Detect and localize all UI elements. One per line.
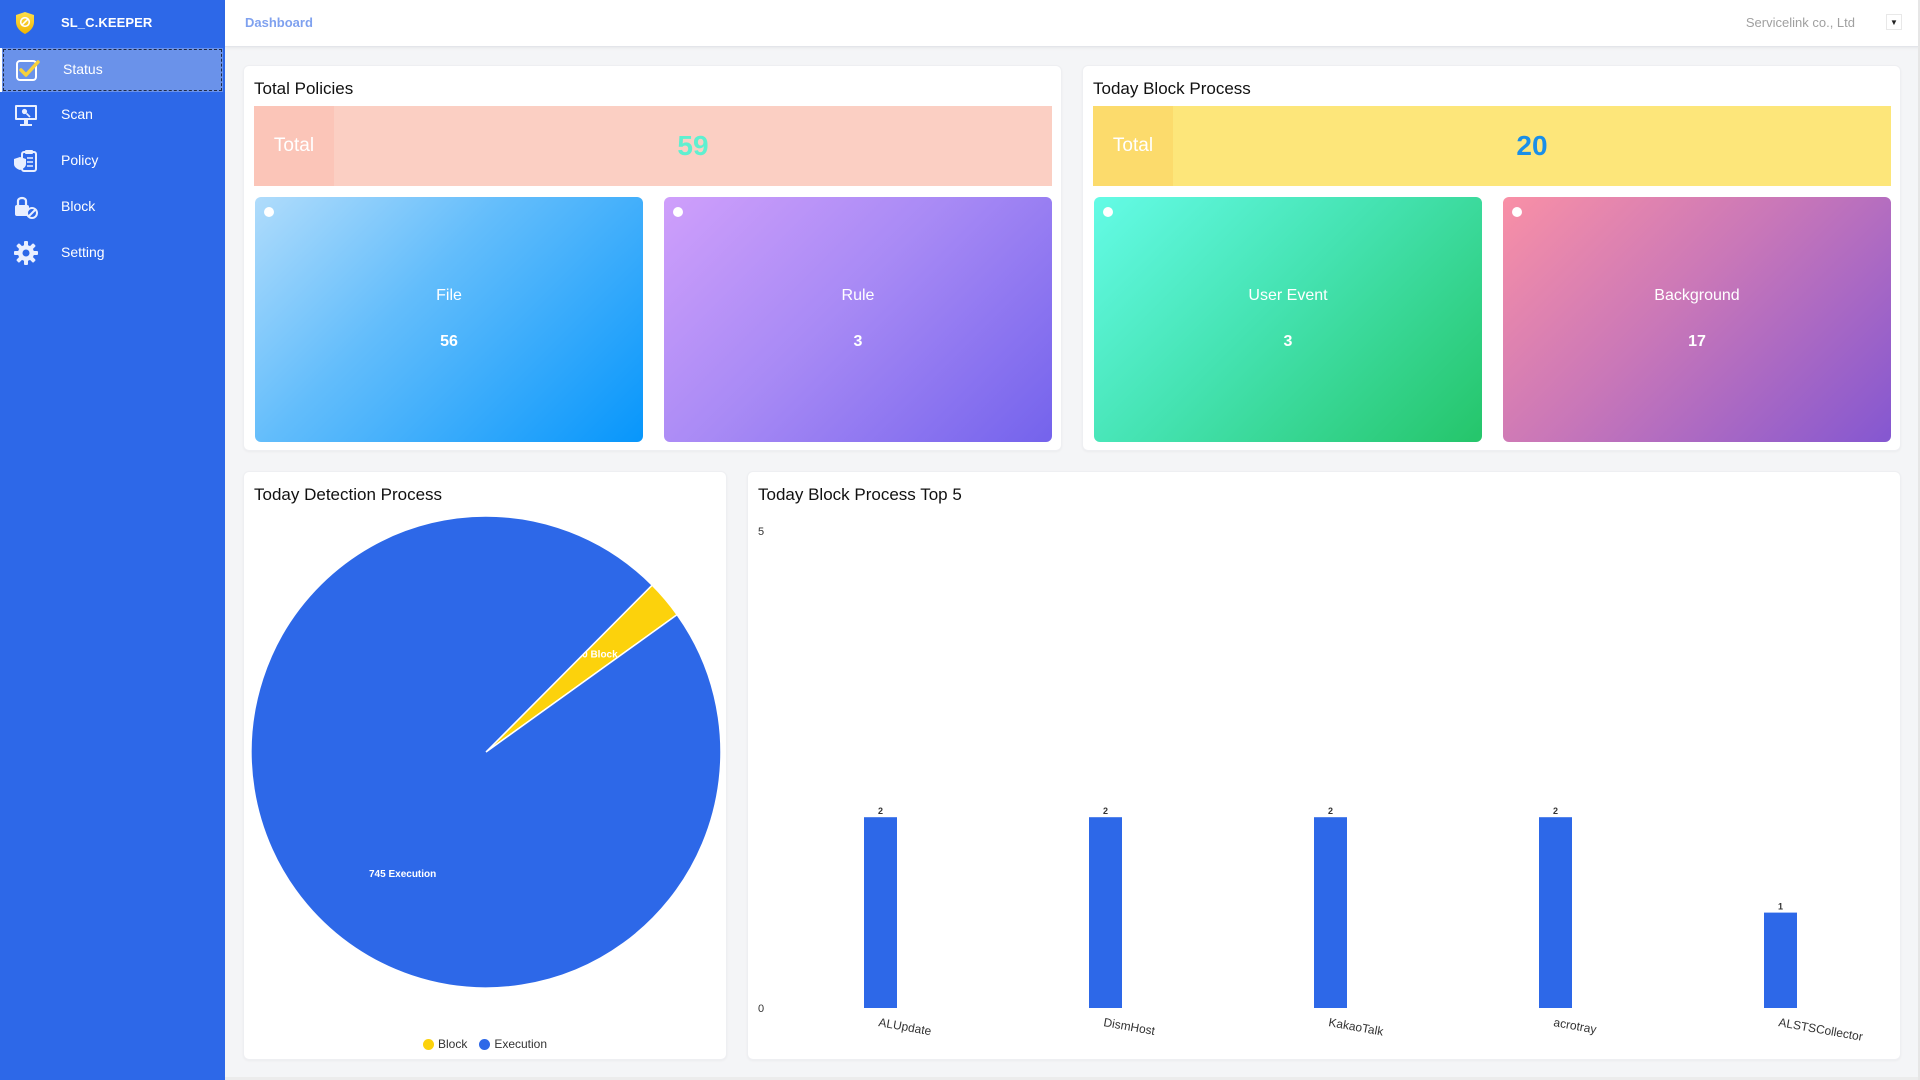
total-label: Total <box>254 106 334 186</box>
pie-data-label: 745 Execution <box>369 869 436 880</box>
bar-data-label: 1 <box>1778 902 1783 912</box>
clipboard-shield-icon <box>14 150 37 172</box>
panel-title: Total Policies <box>254 79 354 98</box>
bar-alupdate[interactable] <box>864 817 897 1008</box>
card-rule[interactable]: Rule 3 <box>664 197 1052 442</box>
top-header: Dashboard Servicelink co., Ltd ▼ <box>225 0 1920 47</box>
x-tick-label: ALSTSCollector <box>1777 1015 1864 1044</box>
card-label: Background <box>1654 287 1740 304</box>
card-value: 56 <box>440 333 458 350</box>
card-dot <box>1103 207 1113 217</box>
bar-kakaotalk[interactable] <box>1314 817 1347 1008</box>
card-label: Rule <box>841 287 875 304</box>
legend-swatch <box>479 1038 491 1050</box>
shield-block-icon <box>16 12 34 34</box>
app-title: SL_C.KEEPER <box>61 15 153 30</box>
sidebar-item-policy[interactable]: Policy <box>0 139 225 183</box>
card-background[interactable]: Background 17 <box>1503 197 1891 442</box>
sidebar-item-label: Block <box>61 198 96 214</box>
legend-label: Execution <box>494 1037 548 1051</box>
breadcrumb[interactable]: Dashboard <box>245 15 313 30</box>
total-value: 59 <box>677 130 709 161</box>
x-tick-label: acrotray <box>1552 1015 1597 1036</box>
sidebar: SL_C.KEEPER Status Scan Policy Block Set… <box>0 0 225 1080</box>
gear-icon <box>14 241 38 265</box>
pie-slice-execution[interactable] <box>250 515 722 989</box>
lock-block-icon <box>15 196 38 219</box>
bar-data-label: 2 <box>1103 806 1108 816</box>
pie-legend: Block Execution <box>244 1037 726 1051</box>
x-tick-label: DismHost <box>1102 1015 1156 1038</box>
y-tick-label: 5 <box>758 526 764 538</box>
bar-data-label: 2 <box>1553 806 1558 816</box>
card-file[interactable]: File 56 <box>255 197 643 442</box>
legend-item-execution[interactable]: Execution <box>479 1037 547 1051</box>
monitor-search-icon <box>15 105 37 126</box>
brand: SL_C.KEEPER <box>0 0 225 46</box>
bar-data-label: 2 <box>878 806 883 816</box>
card-dot <box>264 207 274 217</box>
block-total-bar: Total 20 <box>1093 106 1891 186</box>
panel-title: Today Block Process <box>1093 79 1251 98</box>
card-label: User Event <box>1248 287 1328 304</box>
card-value: 3 <box>1283 333 1293 350</box>
legend-item-block[interactable]: Block <box>422 1037 468 1051</box>
check-square-icon <box>16 60 40 81</box>
bar-acrotray[interactable] <box>1539 817 1572 1008</box>
legend-label: Block <box>437 1037 468 1051</box>
sidebar-item-scan[interactable]: Scan <box>0 93 225 137</box>
sidebar-item-block[interactable]: Block <box>0 185 225 229</box>
sidebar-item-label: Policy <box>61 152 99 168</box>
sidebar-item-status[interactable]: Status <box>0 48 223 92</box>
card-dot <box>673 207 683 217</box>
total-policies-panel: Total Policies Total 59 File 56 Rule 3 <box>243 65 1062 451</box>
caret-down-icon[interactable]: ▼ <box>1886 14 1902 30</box>
card-user-event[interactable]: User Event 3 <box>1094 197 1482 442</box>
bar-dismhost[interactable] <box>1089 817 1122 1008</box>
total-label: Total <box>1093 106 1173 186</box>
company-name: Servicelink co., Ltd <box>1745 15 1855 30</box>
card-dot <box>1512 207 1522 217</box>
legend-swatch <box>422 1038 434 1050</box>
card-label: File <box>436 287 462 304</box>
card-value: 3 <box>853 333 863 350</box>
x-tick-label: ALUpdate <box>877 1015 932 1038</box>
block-top5-panel: Today Block Process Top 5 5 0 2 ALUpdate 2 Di… <box>747 471 1901 1060</box>
bar-data-label: 2 <box>1328 806 1333 816</box>
x-tick-label: KakaoTalk <box>1327 1015 1385 1039</box>
total-policies-bar: Total 59 <box>254 106 1052 186</box>
sidebar-item-label: Setting <box>61 244 105 260</box>
sidebar-item-label: Status <box>63 61 103 77</box>
detection-process-panel: Today Detection Process 20 Block 745 Exec… <box>243 471 727 1060</box>
total-value: 20 <box>1516 130 1548 161</box>
bar-chart: 5 0 2 ALUpdate 2 DismHost 2 KakaoTalk 2 acrotray 1… <box>758 526 1864 1044</box>
card-value: 17 <box>1688 333 1706 350</box>
sidebar-item-setting[interactable]: Setting <box>0 231 225 275</box>
bar-alstscollector[interactable] <box>1764 912 1797 1008</box>
sidebar-item-label: Scan <box>61 106 93 122</box>
y-tick-label: 0 <box>758 1003 764 1015</box>
pie-chart: 20 Block745 Execution <box>250 515 722 989</box>
today-block-process-panel: Today Block Process Total 20 User Event … <box>1082 65 1901 451</box>
